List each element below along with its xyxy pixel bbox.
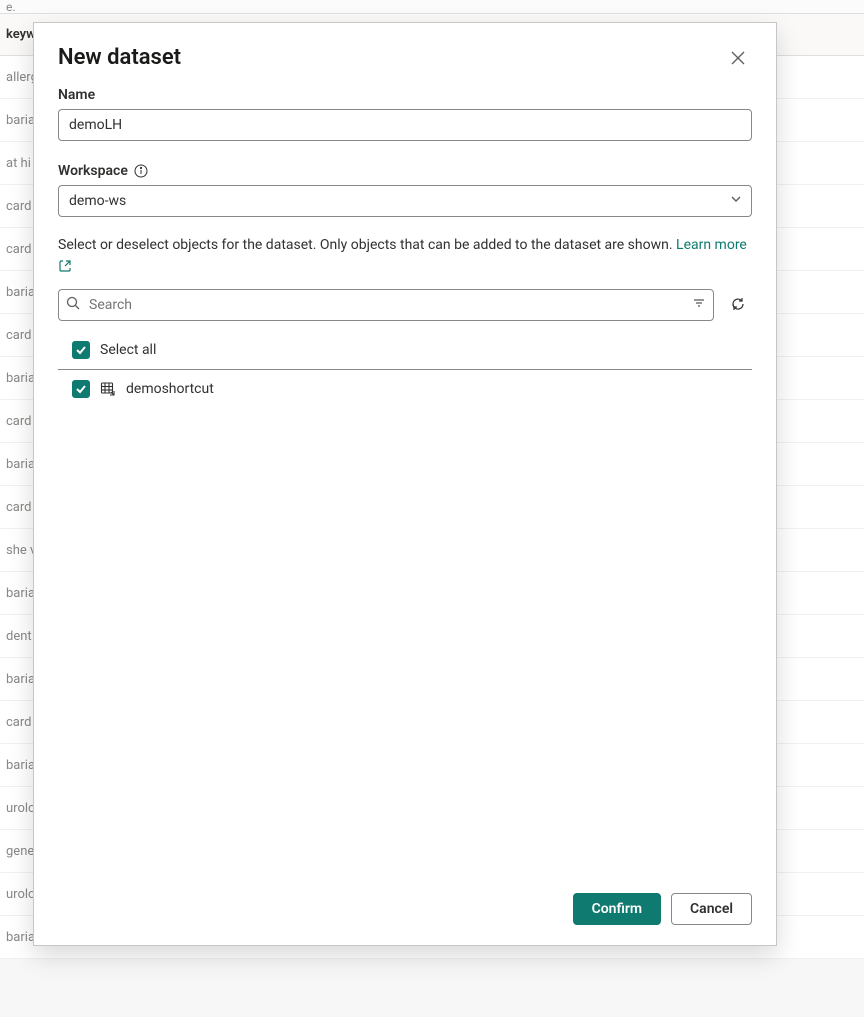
dialog-title: New dataset	[58, 45, 181, 70]
search-input[interactable]	[58, 289, 714, 321]
refresh-button[interactable]	[724, 291, 752, 319]
name-label: Name	[58, 87, 752, 103]
name-input[interactable]	[58, 109, 752, 141]
workspace-select[interactable]: demo-ws	[58, 185, 752, 217]
select-all-checkbox[interactable]	[72, 341, 90, 359]
workspace-label: Workspace	[58, 163, 752, 179]
info-icon	[134, 164, 148, 178]
external-link-icon	[58, 259, 72, 277]
new-dataset-dialog: New dataset Name Workspace de	[33, 22, 777, 946]
item-label: demoshortcut	[126, 381, 214, 397]
search-icon	[66, 296, 80, 314]
item-checkbox[interactable]	[72, 380, 90, 398]
cancel-button[interactable]: Cancel	[671, 893, 752, 925]
background-top: e.	[0, 0, 864, 14]
filter-icon[interactable]	[692, 296, 706, 314]
table-shortcut-icon	[100, 381, 116, 397]
select-all-row: Select all	[58, 335, 752, 370]
select-all-label: Select all	[100, 342, 156, 358]
dataset-description: Select or deselect objects for the datas…	[58, 235, 752, 255]
learn-more-link[interactable]: Learn more	[676, 237, 747, 253]
close-icon	[730, 50, 746, 69]
close-button[interactable]	[724, 45, 752, 73]
confirm-button[interactable]: Confirm	[573, 893, 661, 925]
list-item[interactable]: demoshortcut	[58, 370, 752, 408]
refresh-icon	[730, 296, 746, 315]
